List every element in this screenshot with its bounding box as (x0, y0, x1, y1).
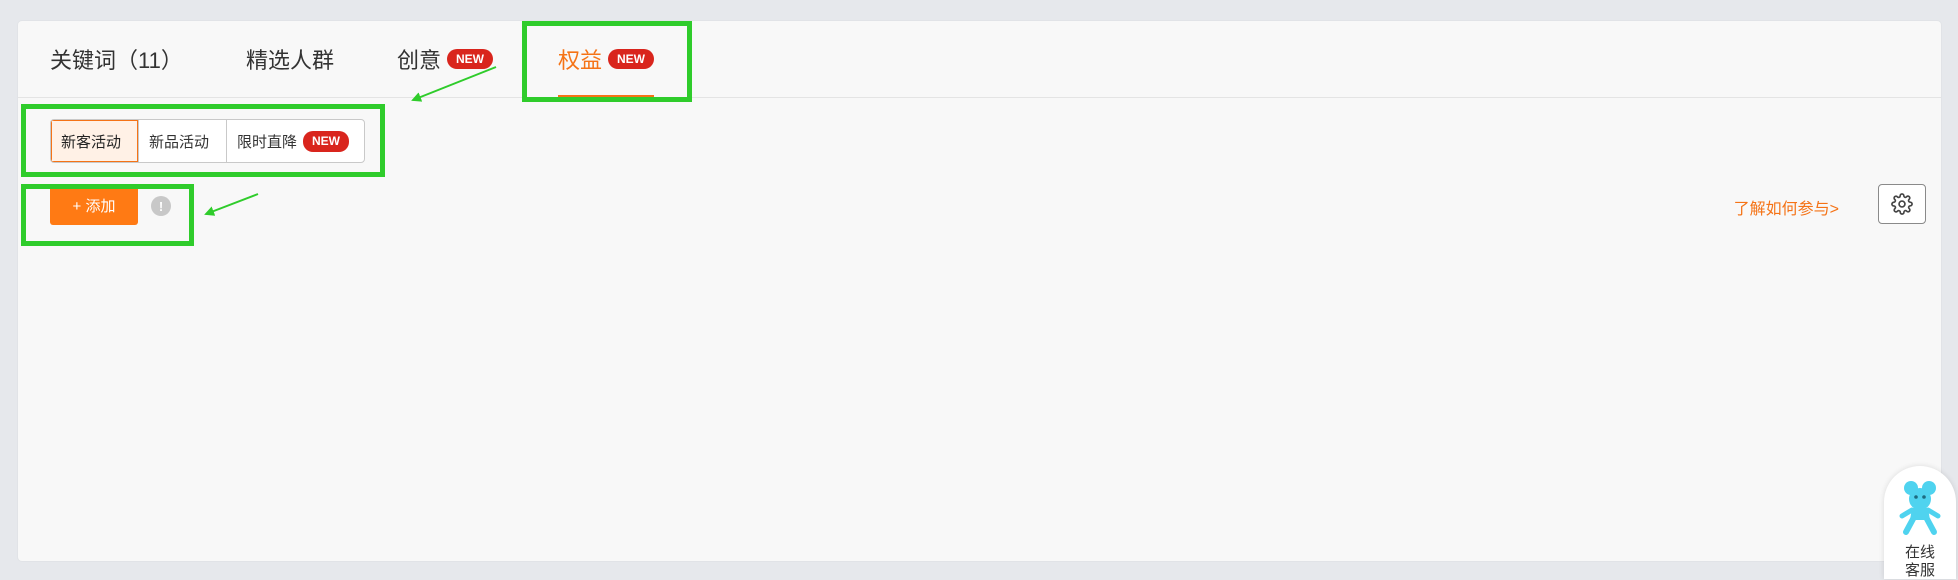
segment-new-product[interactable]: 新品活动 (139, 120, 227, 162)
segment-new-customer[interactable]: 新客活动 (51, 120, 139, 162)
tab-keywords[interactable]: 关键词（11） (50, 21, 183, 97)
settings-button[interactable] (1878, 184, 1926, 224)
content-panel: 关键词（11） 精选人群 创意 NEW 权益 NEW 新客活动 新品活动 限时直… (18, 21, 1941, 561)
online-customer-service-widget[interactable]: 在线 客服 (1884, 466, 1956, 579)
mascot-icon (1899, 481, 1941, 535)
customer-service-line1: 在线 (1904, 544, 1935, 561)
info-icon[interactable]: ! (151, 196, 171, 216)
segment-label: 新客活动 (61, 133, 122, 151)
new-badge: NEW (608, 49, 655, 69)
tab-audience[interactable]: 精选人群 (246, 21, 334, 97)
add-button[interactable]: + 添加 (50, 185, 138, 225)
tab-bar: 关键词（11） 精选人群 创意 NEW 权益 NEW (18, 21, 1941, 98)
tab-creative-label: 创意 (397, 48, 442, 73)
tab-benefits[interactable]: 权益 NEW (558, 21, 655, 98)
tab-benefits-label: 权益 (558, 48, 603, 73)
new-badge: NEW (447, 49, 494, 69)
new-badge: NEW (303, 130, 350, 152)
segment-flash-discount[interactable]: 限时直降 NEW (227, 120, 364, 162)
segment-label: 新品活动 (149, 133, 210, 151)
activity-type-switch: 新客活动 新品活动 限时直降 NEW (50, 119, 365, 163)
tab-creative[interactable]: 创意 NEW (397, 21, 494, 97)
tab-keywords-label: 关键词（11） (50, 48, 183, 73)
customer-service-label: 在线 客服 (1884, 544, 1956, 580)
customer-service-line2: 客服 (1904, 562, 1935, 579)
segment-label: 限时直降 (237, 133, 298, 151)
tab-audience-label: 精选人群 (246, 48, 335, 73)
gear-icon (1891, 193, 1913, 215)
learn-how-link[interactable]: 了解如何参与> (1734, 195, 1839, 219)
